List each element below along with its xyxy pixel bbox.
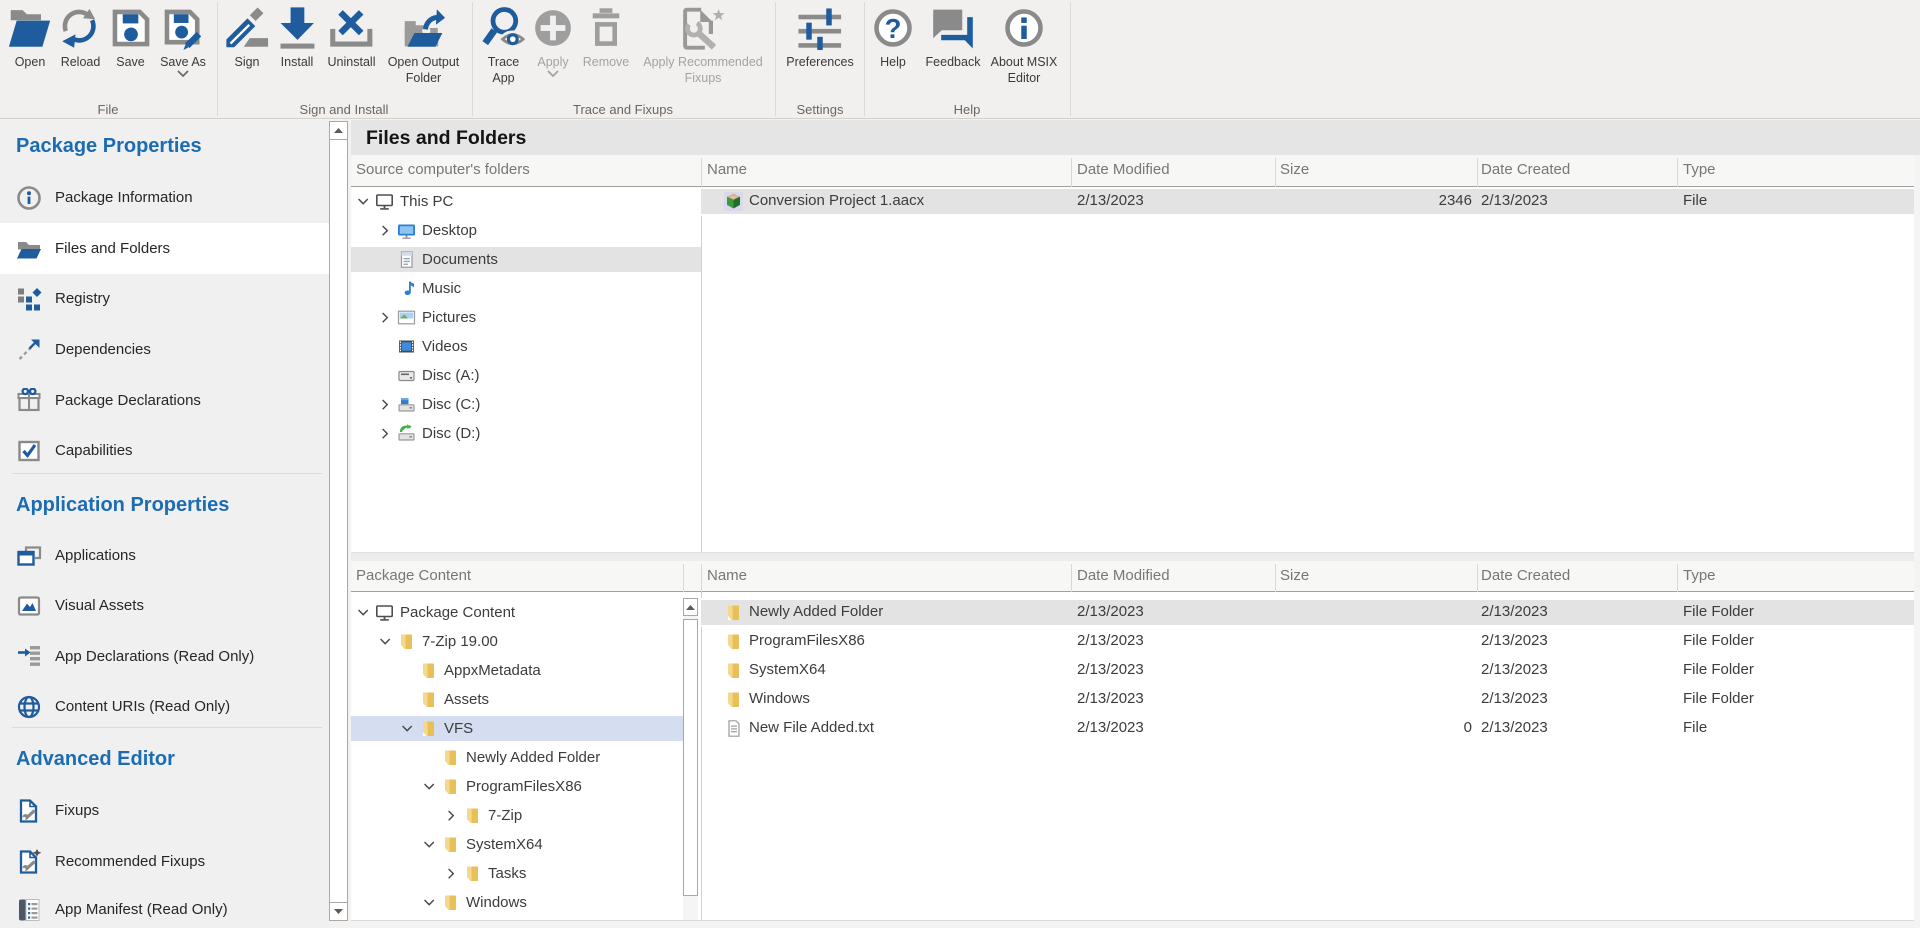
svg-text:?: ? [885,13,902,44]
